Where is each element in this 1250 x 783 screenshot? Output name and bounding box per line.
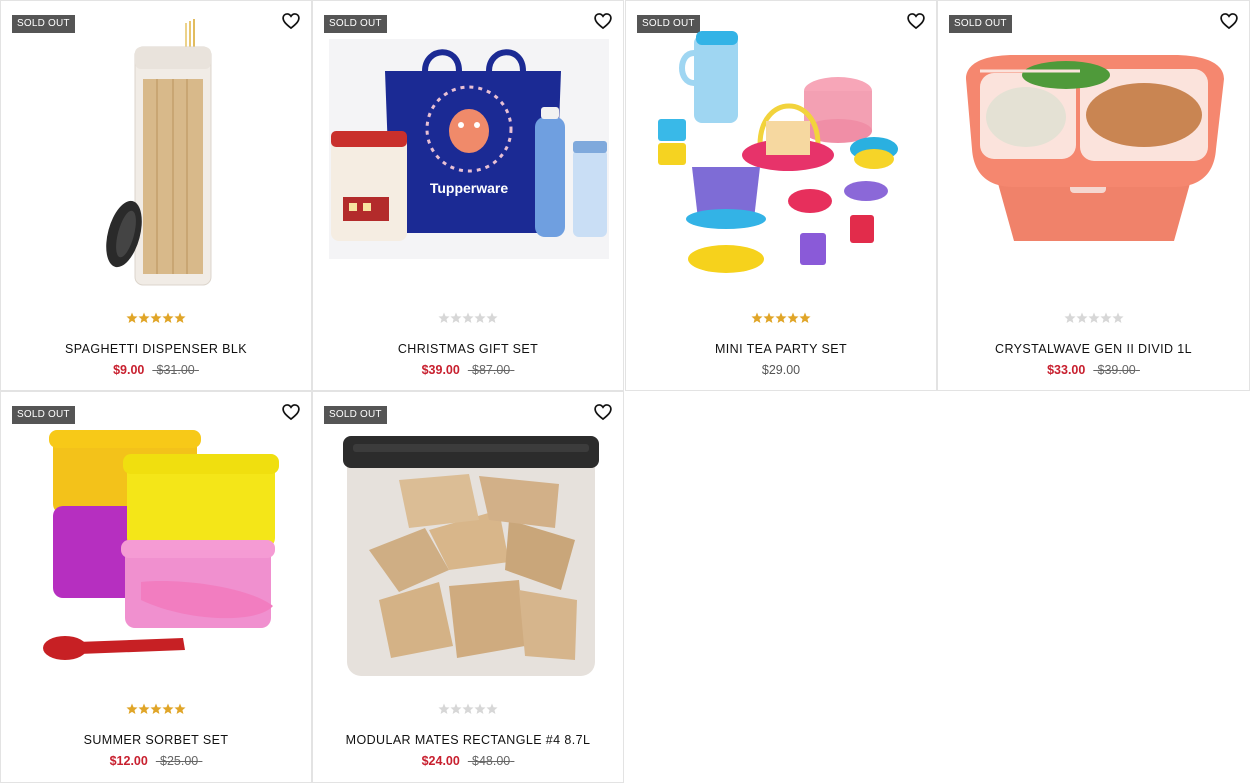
product-image[interactable] <box>17 19 297 291</box>
star-icon <box>763 312 775 323</box>
star-icon <box>138 703 150 714</box>
star-icon <box>150 703 162 714</box>
product-card[interactable]: SOLD OUT Tupperware CHRISTMAS GIFT SET $ <box>312 0 624 391</box>
product-name[interactable]: SUMMER SORBET SET <box>1 733 311 747</box>
star-icon <box>787 312 799 323</box>
product-name[interactable]: CRYSTALWAVE GEN II DIVID 1L <box>938 342 1249 356</box>
star-icon <box>486 312 498 323</box>
brand-text: Tupperware <box>430 180 509 196</box>
star-rating-icons <box>438 703 498 714</box>
star-icon <box>474 703 486 714</box>
product-image[interactable] <box>954 19 1234 291</box>
rating-stars <box>313 311 623 325</box>
star-icon <box>138 312 150 323</box>
product-name[interactable]: MODULAR MATES RECTANGLE #4 8.7L <box>313 733 623 747</box>
star-icon <box>126 703 138 714</box>
star-icon <box>799 312 811 323</box>
product-card[interactable]: SOLD OUT CRYSTALWAVE GEN II DIVID 1L $33… <box>937 0 1250 391</box>
rating-stars <box>313 702 623 716</box>
rating-stars <box>626 311 936 325</box>
price-row: $39.00 $87.00 <box>313 363 623 377</box>
regular-price: $29.00 <box>761 363 801 377</box>
star-icon <box>1063 312 1076 323</box>
star-icon <box>1111 312 1124 323</box>
star-rating-icons <box>126 312 186 323</box>
price-row: $12.00 $25.00 <box>1 754 311 768</box>
sale-price: $12.00 <box>109 754 148 768</box>
product-image[interactable] <box>329 410 609 682</box>
star-icon <box>751 312 763 323</box>
product-card[interactable]: SOLD OUT SUMMER SORBET SET $12.00$25.00 <box>0 391 312 783</box>
star-icon <box>438 312 450 323</box>
star-rating-icons <box>751 312 811 323</box>
product-card[interactable]: SOLD OUT MINI TEA PARTY SET $29.00 <box>625 0 937 391</box>
price-row: $29.00 <box>626 363 936 377</box>
star-icon <box>438 703 450 714</box>
star-icon <box>1099 312 1112 323</box>
sale-price: $24.00 <box>421 754 460 768</box>
product-name[interactable]: MINI TEA PARTY SET <box>626 342 936 356</box>
product-card[interactable]: SOLD OUT MODULAR MATES RECTANGLE #4 8.7L… <box>312 391 624 783</box>
product-card[interactable]: SOLD OUT SPAGHETTI DISPENSER BLK $9.00$3… <box>0 0 312 391</box>
star-icon <box>450 312 462 323</box>
star-icon <box>462 312 474 323</box>
star-icon <box>162 703 174 714</box>
rating-stars <box>1 311 311 325</box>
rating-stars <box>1 702 311 716</box>
product-image[interactable] <box>17 410 297 682</box>
sale-price: $33.00 <box>1047 363 1086 377</box>
star-rating-icons <box>438 312 498 323</box>
price-row: $33.00 $39.00 <box>938 363 1249 377</box>
original-price: $39.00 <box>1093 363 1140 377</box>
product-name[interactable]: SPAGHETTI DISPENSER BLK <box>1 342 311 356</box>
star-icon <box>150 312 162 323</box>
product-grid: SOLD OUT SPAGHETTI DISPENSER BLK $9.00$3… <box>0 0 1250 783</box>
original-price: $48.00 <box>468 754 515 768</box>
original-price: $87.00 <box>468 363 515 377</box>
star-icon <box>174 312 186 323</box>
star-icon <box>486 703 498 714</box>
rating-stars <box>938 311 1249 325</box>
star-icon <box>1087 312 1100 323</box>
price-row: $24.00 $48.00 <box>313 754 623 768</box>
star-icon <box>450 703 462 714</box>
star-icon <box>174 703 186 714</box>
star-icon <box>474 312 486 323</box>
sale-price: $39.00 <box>421 363 460 377</box>
price-row: $9.00 $31.00 <box>1 363 311 377</box>
product-name[interactable]: CHRISTMAS GIFT SET <box>313 342 623 356</box>
star-rating-icons <box>1063 312 1124 323</box>
star-icon <box>775 312 787 323</box>
star-icon <box>462 703 474 714</box>
sale-price: $9.00 <box>113 363 145 377</box>
star-icon <box>126 312 138 323</box>
original-price: $31.00 <box>152 363 199 377</box>
product-image[interactable]: Tupperware <box>329 19 609 291</box>
original-price: $25.00 <box>156 754 203 768</box>
product-image[interactable] <box>642 19 922 291</box>
star-icon <box>162 312 174 323</box>
star-rating-icons <box>126 703 186 714</box>
star-icon <box>1075 312 1088 323</box>
